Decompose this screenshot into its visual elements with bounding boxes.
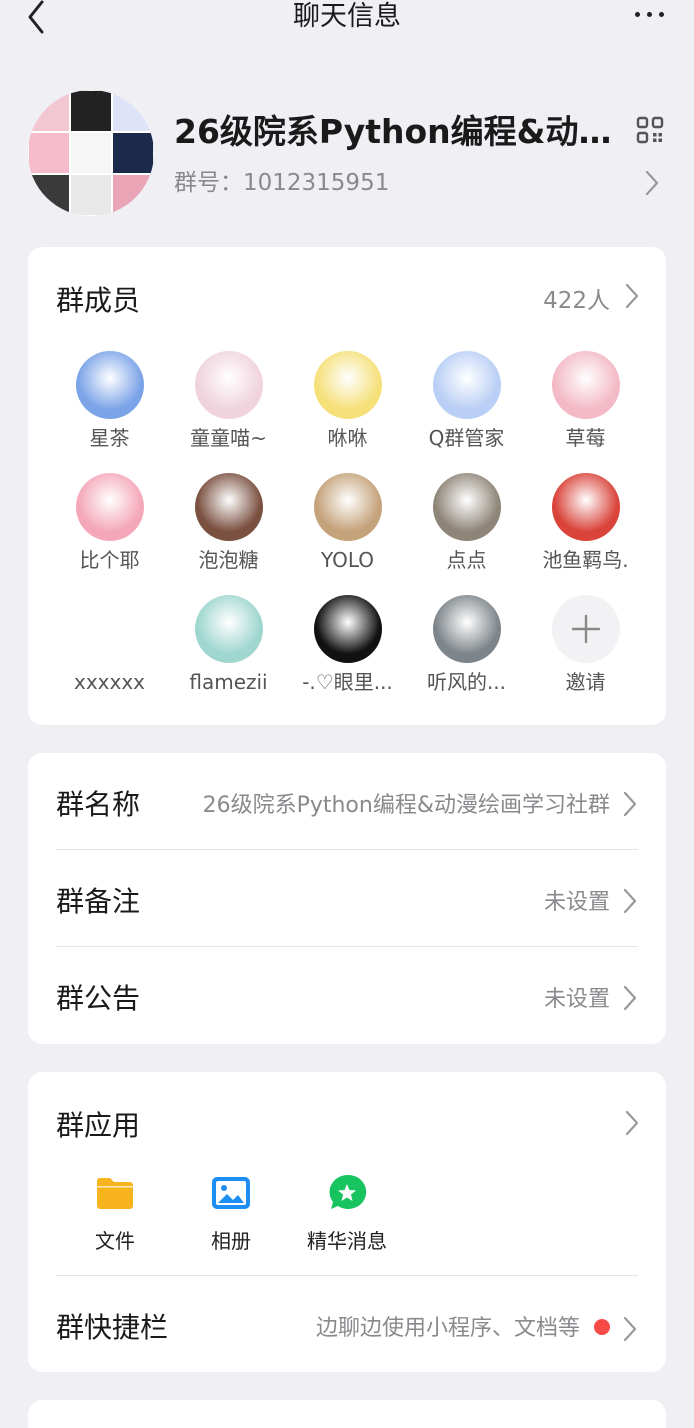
avatar xyxy=(432,473,501,541)
member-name: flamezii xyxy=(189,670,268,694)
group-apps-card: 群应用 文件 相册 精华消息 群快捷栏 边聊边使用小程序、文档等 xyxy=(28,1072,666,1372)
avatar xyxy=(75,595,144,663)
members-card: 群成员 422人 星茶 童童喵~ 咻咻 Q群管家 草莓 比个耶 泡泡糖 YOLO… xyxy=(28,247,666,725)
member-item[interactable]: flamezii xyxy=(169,595,288,717)
member-item[interactable]: 泡泡糖 xyxy=(169,473,288,595)
member-name: 池鱼羁鸟. xyxy=(542,548,629,572)
member-name: 泡泡糖 xyxy=(198,548,259,572)
app-essence[interactable]: 精华消息 xyxy=(292,1172,402,1254)
member-item[interactable]: 比个耶 xyxy=(50,473,169,595)
avatar xyxy=(194,595,263,663)
chevron-right-icon xyxy=(644,170,660,196)
group-avatar[interactable] xyxy=(28,90,154,216)
chevron-right-icon xyxy=(622,1316,638,1342)
member-name: 听风的... xyxy=(426,670,507,694)
member-item[interactable]: xxxxxx xyxy=(50,595,169,717)
avatar xyxy=(194,351,263,419)
member-item[interactable]: 点点 xyxy=(407,473,526,595)
photo-album-icon xyxy=(212,1177,250,1209)
member-item[interactable]: 童童喵~ xyxy=(169,351,288,473)
member-item[interactable]: 听风的... xyxy=(407,595,526,717)
member-name: 咻咻 xyxy=(327,426,368,450)
member-item[interactable]: -.♡眼里... xyxy=(288,595,407,717)
chevron-right-icon[interactable] xyxy=(624,1110,640,1136)
robot-avatar xyxy=(432,351,501,419)
app-files[interactable]: 文件 xyxy=(60,1172,170,1254)
member-name: xxxxxx xyxy=(73,670,145,694)
avatar xyxy=(194,473,263,541)
member-name: 比个耶 xyxy=(79,548,140,572)
avatar xyxy=(75,351,144,419)
quick-bar-value: 边聊边使用小程序、文档等 xyxy=(315,1316,580,1341)
group-notice-label: 群公告 xyxy=(56,982,141,1015)
member-item[interactable]: 咻咻 xyxy=(288,351,407,473)
app-label: 文件 xyxy=(95,1229,135,1253)
next-card xyxy=(28,1400,666,1428)
star-message-icon xyxy=(329,1174,367,1209)
invite-label: 邀请 xyxy=(565,670,606,694)
more-dot xyxy=(659,12,664,17)
member-name: 童童喵~ xyxy=(190,426,267,450)
app-album[interactable]: 相册 xyxy=(176,1172,286,1254)
member-grid: 星茶 童童喵~ 咻咻 Q群管家 草莓 比个耶 泡泡糖 YOLO 点点 池鱼羁鸟.… xyxy=(50,351,650,717)
plus-icon xyxy=(551,595,620,663)
chevron-right-icon xyxy=(622,791,638,817)
member-item[interactable]: 池鱼羁鸟. xyxy=(526,473,645,595)
avatar xyxy=(432,595,501,663)
avatar xyxy=(313,351,382,419)
group-header[interactable]: 26级院系Python编程&动漫... 群号：1012315951 xyxy=(28,90,668,218)
folder-icon xyxy=(97,1178,133,1209)
quick-bar-label: 群快捷栏 xyxy=(56,1311,169,1344)
avatar xyxy=(313,595,382,663)
group-notice-value: 未设置 xyxy=(543,987,610,1012)
member-item[interactable]: Q群管家 xyxy=(407,351,526,473)
app-label: 相册 xyxy=(211,1229,251,1253)
member-name: YOLO xyxy=(320,548,375,572)
member-name: 点点 xyxy=(446,548,487,572)
more-button[interactable] xyxy=(635,12,664,17)
member-name: 星茶 xyxy=(89,426,130,450)
red-dot-badge xyxy=(594,1319,610,1335)
more-dot xyxy=(647,12,652,17)
chevron-right-icon xyxy=(622,985,638,1011)
member-name: -.♡眼里... xyxy=(302,670,393,694)
member-item[interactable]: 草莓 xyxy=(526,351,645,473)
app-label: 精华消息 xyxy=(307,1229,387,1253)
member-name: Q群管家 xyxy=(428,426,505,450)
chevron-right-icon xyxy=(622,888,638,914)
avatar xyxy=(551,351,620,419)
member-name: 草莓 xyxy=(565,426,606,450)
group-remark-row[interactable]: 群备注 未设置 xyxy=(56,850,638,947)
group-apps-title: 群应用 xyxy=(56,1109,141,1142)
avatar xyxy=(313,473,382,541)
member-item[interactable]: YOLO xyxy=(288,473,407,595)
member-item[interactable]: 星茶 xyxy=(50,351,169,473)
avatar xyxy=(75,473,144,541)
group-notice-row[interactable]: 群公告 未设置 xyxy=(56,947,638,1044)
group-remark-value: 未设置 xyxy=(543,890,610,915)
more-dot xyxy=(635,12,640,17)
group-remark-label: 群备注 xyxy=(56,885,141,918)
group-info-card: 群名称 26级院系Python编程&动漫绘画学习社群 群备注 未设置 群公告 未… xyxy=(28,753,666,1044)
group-name-label: 群名称 xyxy=(56,788,141,821)
group-id: 群号：1012315951 xyxy=(174,170,390,196)
page-title: 聊天信息 xyxy=(293,1,401,32)
members-title: 群成员 xyxy=(56,284,141,317)
nav-bar: 聊天信息 xyxy=(0,0,694,44)
chevron-right-icon[interactable] xyxy=(624,283,640,309)
avatar xyxy=(551,473,620,541)
qr-code-icon[interactable] xyxy=(636,116,664,144)
member-count[interactable]: 422人 xyxy=(543,281,610,315)
group-name-row[interactable]: 群名称 26级院系Python编程&动漫绘画学习社群 xyxy=(56,753,638,850)
invite-button[interactable]: 邀请 xyxy=(526,595,645,717)
group-name: 26级院系Python编程&动漫... xyxy=(174,112,624,151)
group-name-value: 26级院系Python编程&动漫绘画学习社群 xyxy=(202,793,610,818)
quick-bar-row[interactable]: 群快捷栏 边聊边使用小程序、文档等 xyxy=(56,1276,638,1372)
